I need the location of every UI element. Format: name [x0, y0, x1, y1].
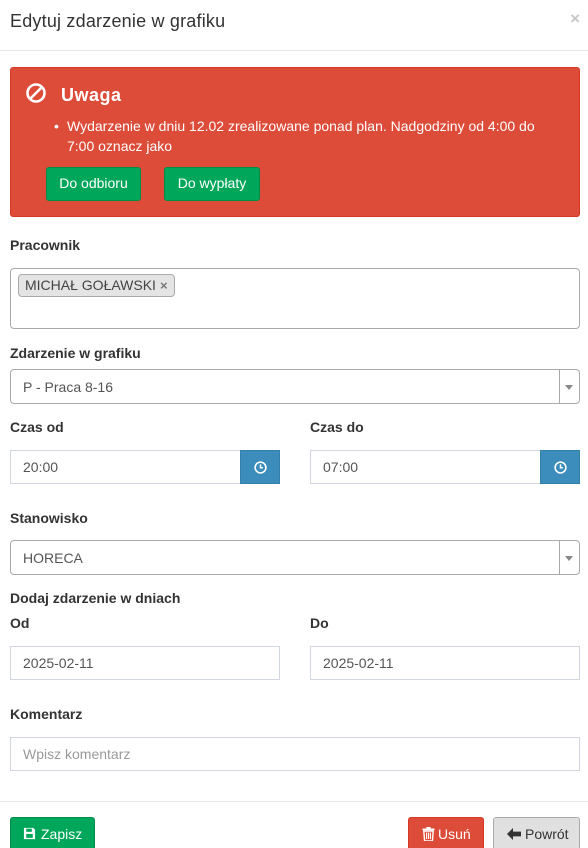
position-select-value: HORECA: [23, 549, 83, 566]
days-section-label: Dodaj zdarzenie w dniach: [10, 590, 181, 606]
time-to-picker-button[interactable]: [540, 450, 580, 484]
back-label: Powrót: [525, 826, 569, 842]
comment-input[interactable]: Wpisz komentarz: [10, 737, 580, 771]
trash-icon: [422, 827, 435, 841]
date-to-value: 2025-02-11: [323, 655, 394, 671]
back-button[interactable]: Powrót: [493, 817, 580, 848]
close-icon[interactable]: ×: [570, 10, 580, 27]
alert-title: Uwaga: [61, 85, 122, 105]
remove-tag-icon[interactable]: ×: [160, 278, 168, 293]
comment-placeholder: Wpisz komentarz: [23, 746, 131, 762]
time-from-input[interactable]: 20:00: [10, 450, 241, 484]
save-button[interactable]: Zapisz: [10, 817, 95, 848]
time-from-value: 20:00: [23, 459, 59, 475]
event-select[interactable]: P - Praca 8-16: [10, 369, 580, 404]
delete-label: Usuń: [438, 826, 471, 842]
modal-title: Edytuj zdarzenie w grafiku: [10, 11, 226, 31]
ban-icon: [26, 83, 46, 103]
time-from-label: Czas od: [10, 419, 64, 435]
time-to-input[interactable]: 07:00: [310, 450, 541, 484]
to-collect-button[interactable]: Do odbioru: [46, 167, 141, 201]
date-from-label: Od: [10, 615, 30, 631]
arrow-left-icon: [507, 828, 521, 840]
employee-multiselect[interactable]: MICHAŁ GOŁAWSKI ×: [10, 268, 580, 329]
save-label: Zapisz: [41, 826, 83, 842]
time-to-value: 07:00: [323, 459, 359, 475]
date-from-value: 2025-02-11: [23, 655, 94, 671]
alert-message: Wydarzenie w dniu 12.02 zrealizowane pon…: [52, 116, 552, 156]
date-to-label: Do: [310, 615, 329, 631]
employee-label: Pracownik: [10, 237, 81, 253]
alert-message-list: Wydarzenie w dniu 12.02 zrealizowane pon…: [52, 116, 552, 156]
employee-tag: MICHAŁ GOŁAWSKI ×: [18, 274, 175, 297]
clock-icon: [254, 461, 267, 474]
clock-icon: [554, 461, 567, 474]
chevron-down-icon[interactable]: [559, 370, 579, 403]
event-select-value: P - Praca 8-16: [23, 378, 114, 395]
event-label: Zdarzenie w grafiku: [10, 345, 141, 361]
chevron-down-icon[interactable]: [559, 541, 579, 574]
position-label: Stanowisko: [10, 510, 88, 526]
comment-label: Komentarz: [10, 706, 83, 722]
save-icon: [23, 827, 36, 840]
modal-header: Edytuj zdarzenie w grafiku ×: [0, 0, 588, 51]
warning-alert: Uwaga Wydarzenie w dniu 12.02 zrealizowa…: [10, 67, 580, 217]
position-select[interactable]: HORECA: [10, 540, 580, 575]
date-to-input[interactable]: 2025-02-11: [310, 646, 580, 680]
time-to-label: Czas do: [310, 419, 364, 435]
employee-tag-label: MICHAŁ GOŁAWSKI: [25, 277, 156, 293]
to-payout-button[interactable]: Do wypłaty: [164, 167, 260, 201]
time-from-picker-button[interactable]: [240, 450, 280, 484]
footer-divider: [0, 801, 588, 802]
date-from-input[interactable]: 2025-02-11: [10, 646, 280, 680]
delete-button[interactable]: Usuń: [408, 817, 484, 848]
